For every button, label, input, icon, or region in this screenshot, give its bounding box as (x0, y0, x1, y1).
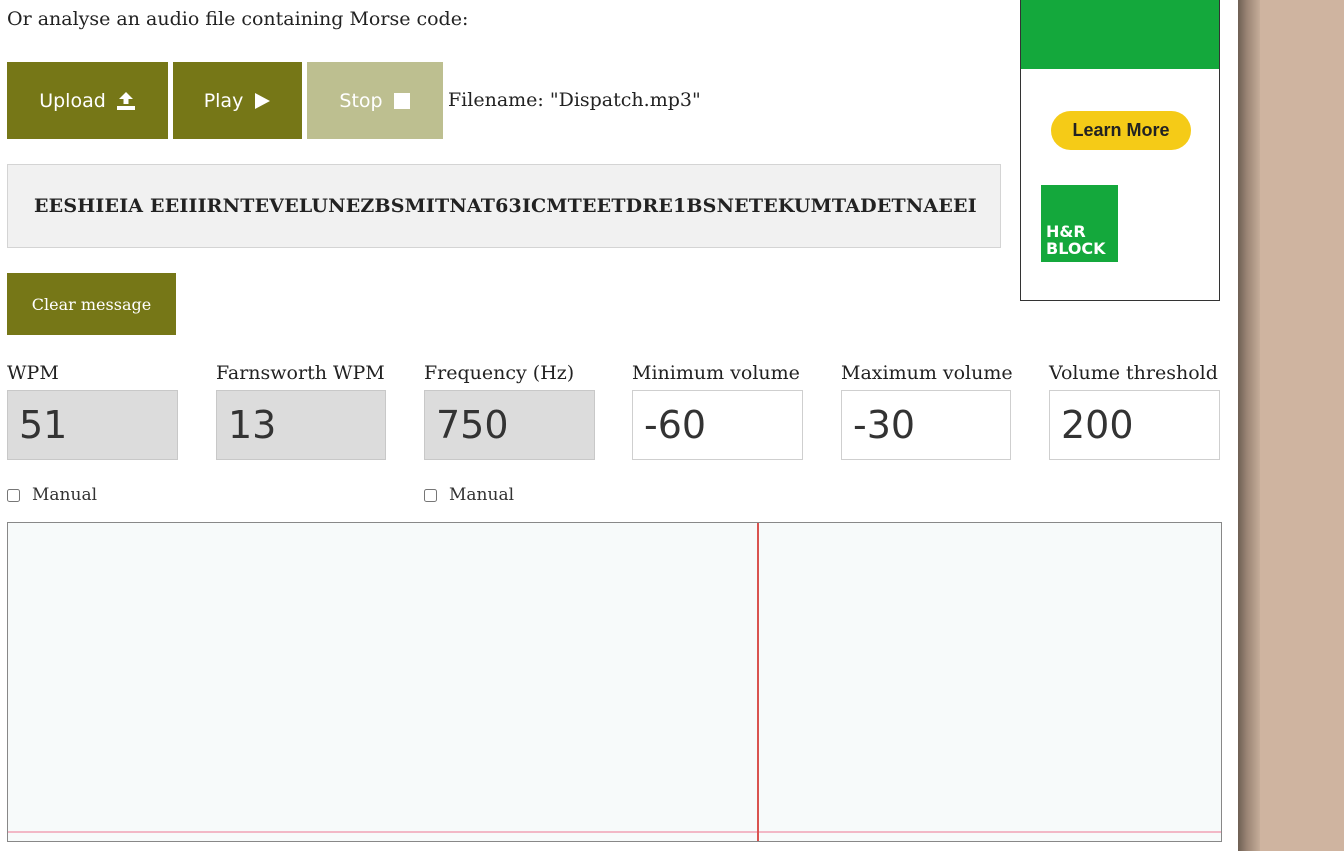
intro-text: Or analyse an audio file containing Mors… (7, 8, 469, 30)
spectrogram-canvas[interactable] (7, 522, 1222, 842)
stop-button[interactable]: Stop (307, 62, 443, 139)
play-icon (255, 92, 271, 109)
stop-icon (393, 92, 410, 109)
clear-message-button[interactable]: Clear message (7, 273, 176, 335)
min-volume-label: Minimum volume (632, 362, 800, 384)
max-volume-input[interactable] (841, 390, 1011, 460)
frequency-manual-label: Manual (449, 485, 515, 505)
play-button-label: Play (203, 89, 244, 112)
wpm-label: WPM (7, 362, 59, 384)
page-side-background (1260, 0, 1344, 851)
play-button[interactable]: Play (173, 62, 302, 139)
decoded-message-text: EESHIEIA EEIIIRNTEVELUNEZBSMITNAT63ICMTE… (34, 195, 977, 217)
page: Or analyse an audio file containing Mors… (0, 0, 1238, 851)
spectrogram-svg (8, 523, 1221, 841)
wpm-manual-label: Manual (32, 485, 98, 505)
farnsworth-wpm-input[interactable] (216, 390, 386, 460)
advertisement[interactable]: Learn More H&R BLOCK (1020, 0, 1220, 301)
frequency-manual-row[interactable]: Manual (424, 485, 514, 505)
volume-threshold-input[interactable] (1049, 390, 1220, 460)
hr-block-logo[interactable]: H&R BLOCK (1041, 185, 1118, 262)
wpm-input[interactable] (7, 390, 178, 460)
logo-line-2: BLOCK (1046, 239, 1106, 258)
frequency-manual-checkbox[interactable] (424, 488, 437, 502)
farnsworth-wpm-label: Farnsworth WPM (216, 362, 385, 384)
decoded-message-box: EESHIEIA EEIIIRNTEVELUNEZBSMITNAT63ICMTE… (7, 164, 1001, 248)
min-volume-input[interactable] (632, 390, 803, 460)
frequency-label: Frequency (Hz) (424, 362, 575, 384)
wpm-manual-row[interactable]: Manual (7, 485, 97, 505)
page-edge-shadow (1238, 0, 1260, 851)
frequency-input[interactable] (424, 390, 595, 460)
upload-button-label: Upload (39, 89, 106, 112)
volume-threshold-label: Volume threshold (1049, 362, 1218, 384)
stop-button-label: Stop (339, 89, 383, 112)
filename-text: Filename: "Dispatch.mp3" (448, 89, 701, 111)
max-volume-label: Maximum volume (841, 362, 1013, 384)
wpm-manual-checkbox[interactable] (7, 488, 20, 502)
upload-button[interactable]: Upload (7, 62, 168, 139)
learn-more-button[interactable]: Learn More (1051, 111, 1191, 150)
upload-icon (116, 91, 135, 110)
ad-banner-bar (1021, 0, 1219, 69)
